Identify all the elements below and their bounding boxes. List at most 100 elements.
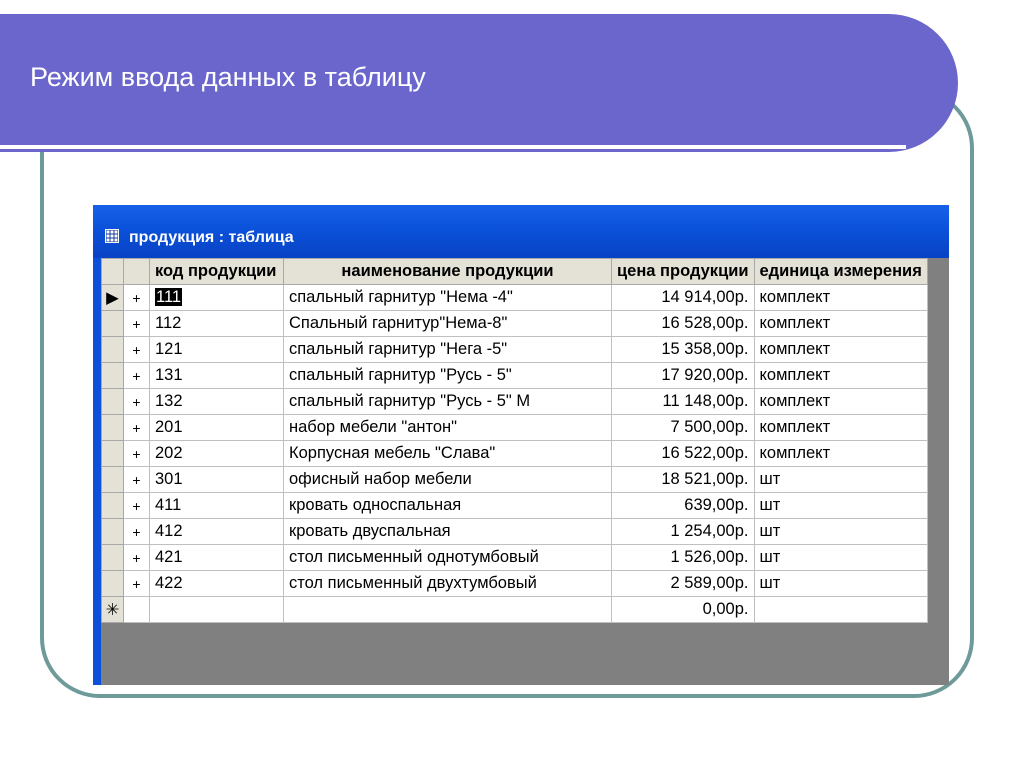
record-selector[interactable] [101,362,124,389]
record-selector[interactable] [101,518,124,545]
table-row[interactable]: ▶ + 111 спальный гарнитур "Нема -4" 14 9… [101,284,928,311]
expand-row-icon[interactable]: + [123,284,150,311]
cell-code[interactable]: 301 [149,466,284,493]
table-row[interactable]: + 411 кровать односпальная 639,00р. шт [101,492,928,519]
cell-name[interactable]: спальный гарнитур "Русь - 5" [283,362,612,389]
cell-code[interactable]: 202 [149,440,284,467]
expand-row-icon[interactable]: + [123,518,150,545]
cell-name[interactable]: стол письменный однотумбовый [283,544,612,571]
cell-name[interactable]: стол письменный двухтумбовый [283,570,612,597]
column-header-price[interactable]: цена продукции [611,258,755,285]
record-selector[interactable] [101,336,124,363]
cell-name[interactable]: кровать двуспальная [283,518,612,545]
cell-code[interactable]: 111 [149,284,284,311]
cell-unit[interactable]: комплект [753,440,928,467]
table-row[interactable]: + 301 офисный набор мебели 18 521,00р. ш… [101,466,928,493]
expand-row-icon[interactable]: + [123,570,150,597]
cell-unit[interactable]: шт [753,492,928,519]
cell-unit[interactable]: шт [753,544,928,571]
cell-price[interactable]: 18 521,00р. [611,466,755,493]
expand-row-icon[interactable]: + [123,466,150,493]
cell-name[interactable]: Корпусная мебель "Слава" [283,440,612,467]
record-selector[interactable] [101,570,124,597]
cell-name[interactable]: спальный гарнитур "Нега -5" [283,336,612,363]
cell-code[interactable]: 201 [149,414,284,441]
cell-name[interactable]: офисный набор мебели [283,466,612,493]
cell-price[interactable]: 16 522,00р. [611,440,755,467]
cell-name[interactable]: кровать односпальная [283,492,612,519]
cell-unit[interactable]: комплект [753,336,928,363]
column-header-name[interactable]: наименование продукции [283,258,612,285]
cell-code[interactable]: 411 [149,492,284,519]
table-row[interactable]: + 112 Спальный гарнитур"Нема-8" 16 528,0… [101,310,928,337]
record-selector[interactable] [101,492,124,519]
expand-row-icon[interactable]: + [123,414,150,441]
expand-row-icon[interactable]: + [123,492,150,519]
cell-unit[interactable]: комплект [753,310,928,337]
table-row[interactable]: + 422 стол письменный двухтумбовый 2 589… [101,570,928,597]
cell-code[interactable]: 112 [149,310,284,337]
record-selector[interactable] [101,544,124,571]
cell-name[interactable]: спальный гарнитур "Нема -4" [283,284,612,311]
cell-price[interactable]: 1 254,00р. [611,518,755,545]
cell-unit[interactable]: шт [753,518,928,545]
cell-price[interactable]: 1 526,00р. [611,544,755,571]
cell-price[interactable]: 15 358,00р. [611,336,755,363]
cell-price[interactable]: 11 148,00р. [611,388,755,415]
datasheet-grid: код продукции наименование продукции цен… [101,258,928,623]
table-row[interactable]: + 132 спальный гарнитур "Русь - 5" М 11 … [101,388,928,415]
expand-row-icon[interactable]: + [123,388,150,415]
cell-name[interactable]: спальный гарнитур "Русь - 5" М [283,388,612,415]
cell-price[interactable]: 639,00р. [611,492,755,519]
cell-price[interactable]: 7 500,00р. [611,414,755,441]
new-record-price-cell[interactable]: 0,00р. [611,596,755,623]
cell-unit[interactable]: комплект [753,362,928,389]
cell-code[interactable]: 132 [149,388,284,415]
cell-price[interactable]: 2 589,00р. [611,570,755,597]
cell-unit[interactable]: шт [753,466,928,493]
table-row[interactable]: + 121 спальный гарнитур "Нега -5" 15 358… [101,336,928,363]
record-selector-current[interactable]: ▶ [101,284,124,311]
cell-code[interactable]: 121 [149,336,284,363]
column-header-unit[interactable]: единица измерения [753,258,928,285]
table-row[interactable]: + 201 набор мебели "антон" 7 500,00р. ко… [101,414,928,441]
cell-code[interactable]: 422 [149,570,284,597]
new-record-unit-cell[interactable] [753,596,928,623]
header-row: код продукции наименование продукции цен… [101,258,928,285]
select-all-corner[interactable] [101,258,124,285]
expand-row-icon[interactable]: + [123,336,150,363]
expand-row-icon[interactable]: + [123,544,150,571]
table-row[interactable]: + 131 спальный гарнитур "Русь - 5" 17 92… [101,362,928,389]
cell-price[interactable]: 14 914,00р. [611,284,755,311]
cell-name[interactable]: набор мебели "антон" [283,414,612,441]
table-row[interactable]: + 412 кровать двуспальная 1 254,00р. шт [101,518,928,545]
new-record-code-cell[interactable] [149,596,284,623]
new-record-marker-icon[interactable]: ✳ [101,596,124,623]
cell-price[interactable]: 16 528,00р. [611,310,755,337]
cell-unit[interactable]: шт [753,570,928,597]
cell-code[interactable]: 421 [149,544,284,571]
cell-unit[interactable]: комплект [753,388,928,415]
expand-row-icon[interactable]: + [123,362,150,389]
table-row[interactable]: + 202 Корпусная мебель "Слава" 16 522,00… [101,440,928,467]
expand-row-icon[interactable]: + [123,310,150,337]
column-header-code[interactable]: код продукции [149,258,284,285]
cell-unit[interactable]: комплект [753,284,928,311]
cell-code[interactable]: 131 [149,362,284,389]
record-selector[interactable] [101,440,124,467]
record-selector[interactable] [101,414,124,441]
table-row[interactable]: + 421 стол письменный однотумбовый 1 526… [101,544,928,571]
record-selector[interactable] [101,310,124,337]
record-selector[interactable] [101,466,124,493]
cell-name[interactable]: Спальный гарнитур"Нема-8" [283,310,612,337]
new-record-row[interactable]: ✳ 0,00р. [101,596,928,623]
cell-unit[interactable]: комплект [753,414,928,441]
cell-price[interactable]: 17 920,00р. [611,362,755,389]
cell-code[interactable]: 412 [149,518,284,545]
expand-row-icon[interactable]: + [123,440,150,467]
record-selector[interactable] [101,388,124,415]
table-window: продукция : таблица код продукции наимен… [93,205,949,685]
window-titlebar[interactable]: продукция : таблица [93,205,949,258]
current-record-marker-icon: ▶ [106,288,119,307]
new-record-name-cell[interactable] [283,596,612,623]
